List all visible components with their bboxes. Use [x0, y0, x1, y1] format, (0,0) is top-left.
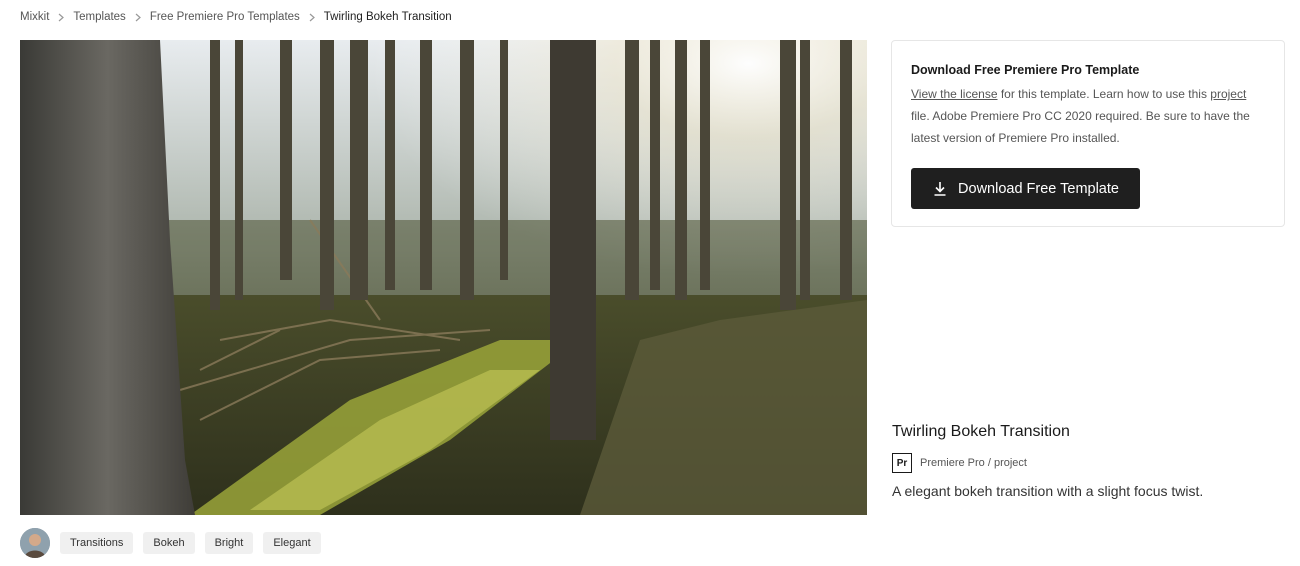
- author-avatar[interactable]: [20, 528, 50, 558]
- download-icon: [932, 181, 948, 197]
- download-template-button[interactable]: Download Free Template: [911, 168, 1140, 209]
- template-meta: Pr Premiere Pro / project: [892, 453, 1027, 473]
- tag-bokeh[interactable]: Bokeh: [143, 532, 195, 554]
- tag-transitions[interactable]: Transitions: [60, 532, 134, 554]
- project-link[interactable]: project: [1210, 87, 1246, 101]
- template-title: Twirling Bokeh Transition: [892, 423, 1070, 440]
- download-button-label: Download Free Template: [958, 180, 1119, 197]
- text-after-license: for this template. Learn how to use this: [997, 87, 1211, 101]
- premiere-pro-icon: Pr: [892, 453, 912, 473]
- chevron-right-icon: [58, 13, 65, 22]
- template-description: A elegant bokeh transition with a slight…: [892, 483, 1204, 499]
- breadcrumb-premiere-templates[interactable]: Free Premiere Pro Templates: [150, 11, 300, 23]
- breadcrumb-templates[interactable]: Templates: [73, 11, 125, 23]
- view-license-link[interactable]: View the license: [911, 87, 998, 101]
- video-preview[interactable]: [20, 40, 867, 515]
- breadcrumb-mixkit[interactable]: Mixkit: [20, 11, 49, 23]
- text-after-project: file. Adobe Premiere Pro CC 2020 require…: [911, 109, 1250, 145]
- breadcrumb-current: Twirling Bokeh Transition: [323, 11, 452, 23]
- tag-list: Transitions Bokeh Bright Elegant: [60, 532, 321, 554]
- tag-elegant[interactable]: Elegant: [263, 532, 321, 554]
- breadcrumb: Mixkit Templates Free Premiere Pro Templ…: [20, 11, 452, 23]
- tag-bright[interactable]: Bright: [204, 532, 254, 554]
- chevron-right-icon: [135, 13, 141, 22]
- forest-preview-image: [20, 40, 867, 515]
- chevron-right-icon: [309, 13, 315, 22]
- template-type: Premiere Pro / project: [920, 457, 1027, 469]
- download-card: Download Free Premiere Pro Template View…: [891, 40, 1285, 227]
- download-card-text: View the license for this template. Lear…: [911, 83, 1261, 149]
- download-card-title: Download Free Premiere Pro Template: [911, 63, 1140, 77]
